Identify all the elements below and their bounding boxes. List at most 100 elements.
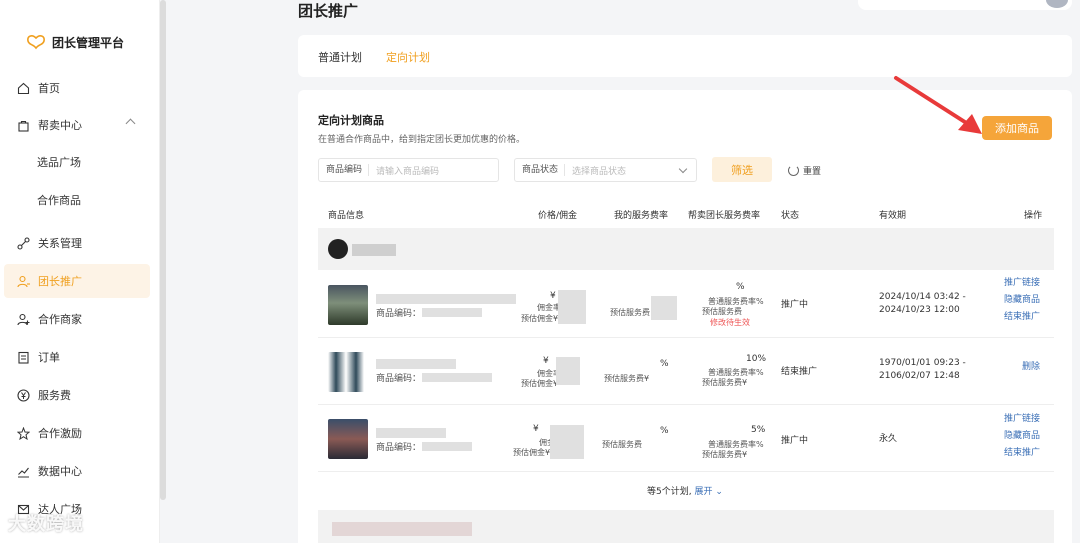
sidebar-item-incentives[interactable]: 合作激励 [0, 416, 156, 450]
order-icon [16, 350, 30, 364]
sidebar-item-label: 帮卖中心 [38, 117, 82, 133]
status-placeholder: 选择商品状态 [565, 164, 626, 177]
sidebar-item-leader-promotion[interactable]: 团长推广 [4, 264, 150, 298]
sidebar-item-label: 数据中心 [38, 463, 82, 479]
yen-icon [16, 388, 30, 402]
column-header: 我的服务费率 [614, 208, 668, 221]
end-promotion-button[interactable]: 结束推广 [1004, 309, 1040, 326]
add-product-button[interactable]: 添加商品 [982, 116, 1052, 140]
status-text: 推广中 [781, 297, 808, 310]
more-plans: 等5个计划, 展开 ⌄ [298, 484, 1072, 497]
my-fee-rate: % [660, 426, 669, 436]
redacted [651, 296, 677, 320]
column-header: 商品信息 [328, 208, 364, 221]
page-title: 团长推广 [298, 0, 358, 21]
shop-logo [328, 239, 348, 259]
sidebar-item-label: 关系管理 [38, 235, 82, 251]
price: ¥ [550, 291, 556, 301]
help-fee-rate: % [736, 282, 745, 292]
annotation-arrow-icon [890, 72, 990, 142]
promo-link-button[interactable]: 推广链接 [1004, 411, 1040, 428]
product-status-select[interactable]: 商品状态 选择商品状态 [514, 158, 697, 182]
sidebar-scrollbar[interactable] [160, 0, 166, 500]
sidebar-item-label: 选品广场 [37, 154, 81, 170]
est-service-fee: 预估服务费¥ [702, 377, 747, 388]
row-actions: 推广链接 隐藏商品 结束推广 [1004, 411, 1040, 462]
help-fee-rate: 5% [751, 425, 765, 435]
refresh-icon [788, 165, 799, 176]
price: ¥ [533, 424, 539, 434]
chevron-down-icon[interactable]: ⌄ [715, 487, 723, 497]
more-plans-count: 等5个计划, [647, 487, 692, 497]
validity-period: 永久 [879, 433, 897, 446]
star-icon [16, 426, 30, 440]
user-bar [858, 0, 1072, 10]
est-commission: 预估佣金¥ [513, 447, 550, 458]
sidebar: 团长管理平台 首页 帮卖中心 选品广场 合作商品 关系管理 团长推广 合作商家 … [0, 0, 160, 543]
my-service-fee: 预估服务费¥ [604, 373, 649, 384]
product-code-filter[interactable]: 商品编码 请输入商品编码 [318, 158, 499, 182]
sidebar-item-service-fee[interactable]: 服务费 [0, 378, 156, 412]
pending-change[interactable]: 修改待生效 [710, 317, 750, 328]
sidebar-item-product-square[interactable]: 选品广场 [0, 145, 156, 179]
sidebar-item-relations[interactable]: 关系管理 [0, 226, 156, 260]
filter-button[interactable]: 筛选 [712, 157, 772, 182]
validity-period: 2024/10/14 03:42 -2024/10/23 12:00 [879, 291, 966, 317]
sidebar-item-home[interactable]: 首页 [0, 71, 156, 105]
validity-period: 1970/01/01 09:23 -2106/02/07 12:48 [879, 357, 966, 383]
shop-group-row [318, 510, 1054, 543]
butterfly-logo-icon [26, 35, 46, 51]
tab-targeted-plan[interactable]: 定向计划 [386, 49, 430, 65]
hide-product-button[interactable]: 隐藏商品 [1004, 292, 1040, 309]
product-thumbnail [328, 285, 368, 325]
sidebar-item-help-sell[interactable]: 帮卖中心 [0, 108, 156, 142]
redacted [558, 290, 586, 324]
table-row: 商品编码： ¥ 佣金率 预估佣金¥ 预估服务费 % 普通服务费率% 预估服务费 … [318, 272, 1054, 338]
shop-name-redacted [332, 522, 472, 536]
my-fee-rate: % [660, 359, 669, 369]
hide-product-button[interactable]: 隐藏商品 [1004, 428, 1040, 445]
status-text: 结束推广 [781, 364, 817, 377]
plan-tabs: 普通计划 定向计划 [298, 35, 1072, 77]
bag-icon [16, 118, 30, 132]
my-service-fee: 预估服务费 [602, 439, 642, 450]
promo-link-button[interactable]: 推广链接 [1004, 275, 1040, 292]
product-code: 商品编码： [376, 440, 421, 453]
shop-name-redacted [352, 244, 396, 256]
sidebar-item-coop-products[interactable]: 合作商品 [0, 183, 156, 217]
tab-normal-plan[interactable]: 普通计划 [318, 49, 362, 65]
expand-link[interactable]: 展开 [695, 487, 713, 497]
product-code-input[interactable]: 请输入商品编码 [369, 164, 439, 177]
sidebar-item-orders[interactable]: 订单 [0, 340, 156, 374]
product-title-redacted [376, 359, 456, 369]
column-header: 帮卖团长服务费率 [688, 208, 760, 221]
sidebar-item-label: 合作商家 [38, 311, 82, 327]
targeted-plan-card: 定向计划商品 在普通合作商品中，给到指定团长更加优惠的价格。 添加商品 商品编码… [298, 90, 1072, 543]
delete-button[interactable]: 删除 [1022, 359, 1040, 376]
product-thumbnail [328, 419, 368, 459]
sidebar-item-label: 合作激励 [38, 425, 82, 441]
filter-label: 商品状态 [515, 164, 565, 176]
end-promotion-button[interactable]: 结束推广 [1004, 445, 1040, 462]
merchant-icon [16, 312, 30, 326]
status-text: 推广中 [781, 433, 808, 446]
redacted [556, 357, 580, 385]
help-fee-rate: 10% [746, 354, 766, 364]
product-code: 商品编码： [376, 371, 421, 384]
redacted [422, 442, 472, 451]
watermark: 大数跨境 [8, 510, 84, 536]
relation-icon [16, 236, 30, 250]
row-actions: 推广链接 隐藏商品 结束推广 [1004, 275, 1040, 326]
sidebar-item-data-center[interactable]: 数据中心 [0, 454, 156, 488]
app-logo: 团长管理平台 [26, 34, 124, 51]
sidebar-item-label: 首页 [38, 80, 60, 96]
product-code: 商品编码： [376, 306, 421, 319]
est-service-fee: 预估服务费¥ [702, 449, 747, 460]
section-title: 定向计划商品 [318, 112, 384, 128]
chart-icon [16, 464, 30, 478]
sidebar-item-label: 合作商品 [37, 192, 81, 208]
est-service-fee: 预估服务费 [702, 306, 742, 317]
sidebar-item-merchants[interactable]: 合作商家 [0, 302, 156, 336]
table-row: 商品编码： ¥ 佣金率 预估佣金¥ % 预估服务费¥ 10% 普通服务费率% 预… [318, 339, 1054, 405]
reset-button[interactable]: 重置 [788, 164, 821, 177]
